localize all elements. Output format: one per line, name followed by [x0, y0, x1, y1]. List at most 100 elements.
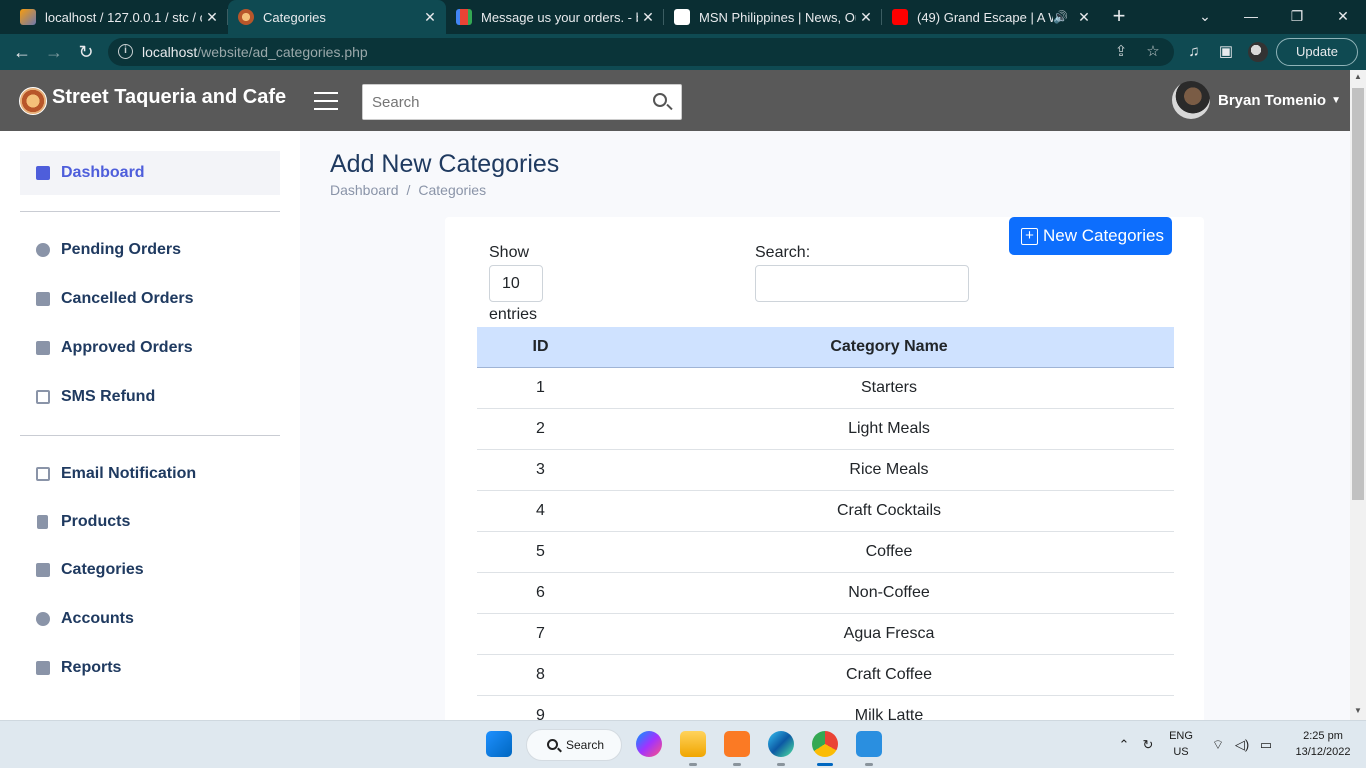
table-header-row: ID Category Name	[477, 327, 1174, 368]
taskbar-search[interactable]: Search	[526, 729, 622, 761]
close-icon[interactable]: ✕	[1074, 9, 1094, 26]
menu-toggle-icon[interactable]	[314, 92, 338, 110]
cell-category-name: Craft Cocktails	[604, 490, 1174, 532]
breadcrumb-dashboard[interactable]: Dashboard	[330, 182, 399, 198]
cell-id: 8	[477, 654, 604, 696]
search-icon[interactable]	[653, 93, 667, 107]
user-menu[interactable]: Bryan Tomenio ▼	[1172, 81, 1341, 119]
sidebar-item-reports[interactable]: Reports	[20, 646, 280, 690]
side-panel-icon[interactable]: ▣	[1216, 42, 1236, 62]
tab-msn[interactable]: MSN Philippines | News, Outl ✕	[664, 0, 882, 34]
vscode-icon[interactable]	[856, 731, 882, 757]
share-icon[interactable]: ⇪	[1112, 43, 1130, 61]
reload-icon[interactable]: ↻	[74, 40, 98, 64]
wifi-icon[interactable]: ⌔	[1210, 737, 1226, 753]
close-window-button[interactable]: ✕	[1320, 0, 1366, 34]
sidebar-item-pending-orders[interactable]: Pending Orders	[20, 228, 280, 272]
scroll-down-icon[interactable]: ▼	[1353, 706, 1363, 715]
address-bar[interactable]: i localhost/website/ad_categories.php ⇪ …	[108, 38, 1174, 66]
page-scrollbar[interactable]: ▲ ▼	[1350, 70, 1366, 720]
avatar	[1172, 81, 1210, 119]
profile-avatar-icon[interactable]	[1248, 42, 1268, 62]
messenger-icon[interactable]	[636, 731, 662, 757]
table-search-input[interactable]	[755, 265, 969, 302]
minimize-button[interactable]: —	[1228, 0, 1274, 34]
cell-id: 2	[477, 408, 604, 450]
volume-icon[interactable]: ◁)	[1234, 737, 1250, 753]
tab-gmail[interactable]: Message us your orders. - bry ✕	[446, 0, 664, 34]
tab-search-icon[interactable]: ⌄	[1182, 0, 1228, 34]
mail-icon	[36, 467, 50, 481]
site-info-icon[interactable]: i	[118, 44, 133, 59]
close-icon[interactable]: ✕	[856, 9, 876, 26]
cell-category-name: Starters	[604, 367, 1174, 409]
cell-category-name: Light Meals	[604, 408, 1174, 450]
chrome-icon[interactable]	[812, 731, 838, 757]
cell-category-name: Agua Fresca	[604, 613, 1174, 655]
top-search	[362, 84, 682, 120]
sidebar-item-approved-orders[interactable]: Approved Orders	[20, 326, 280, 370]
forward-icon[interactable]: →	[42, 40, 66, 64]
sidebar-item-categories[interactable]: Categories	[20, 548, 280, 592]
brand-logo[interactable]	[19, 87, 47, 115]
close-icon[interactable]: ✕	[202, 9, 222, 26]
tab-youtube[interactable]: (49) Grand Escape | A We 🔊 ✕	[882, 0, 1100, 34]
user-name: Bryan Tomenio	[1218, 91, 1327, 109]
media-control-icon[interactable]: ♫	[1184, 42, 1204, 62]
url-text[interactable]: localhost/website/ad_categories.php	[142, 44, 368, 60]
cell-id: 5	[477, 531, 604, 573]
youtube-icon	[892, 9, 908, 25]
scrollbar-thumb[interactable]	[1352, 88, 1364, 500]
bookmark-star-icon[interactable]: ☆	[1144, 43, 1162, 61]
check-square-icon	[36, 341, 50, 355]
language-top[interactable]: ENG	[1166, 730, 1196, 742]
new-tab-button[interactable]: +	[1108, 5, 1130, 27]
cell-category-name: Coffee	[604, 531, 1174, 573]
table-row: 4 Craft Cocktails	[477, 490, 1174, 532]
browser-toolbar: ← → ↻ i localhost/website/ad_categories.…	[0, 34, 1366, 70]
sidebar-item-accounts[interactable]: Accounts	[20, 597, 280, 641]
app-topbar: Street Taqueria and Cafe Bryan Tomenio ▼	[0, 70, 1350, 131]
tab-phpmyadmin[interactable]: localhost / 127.0.0.1 / stc / ca ✕	[10, 0, 228, 34]
sidebar-item-products[interactable]: Products	[20, 500, 280, 544]
sidebar-item-email-notification[interactable]: Email Notification	[20, 452, 280, 496]
clock-date[interactable]: 13/12/2022	[1288, 746, 1358, 758]
sync-icon[interactable]: ↻	[1140, 737, 1156, 753]
chevron-up-icon[interactable]: ⌃	[1116, 737, 1132, 753]
gmail-icon	[456, 9, 472, 25]
scroll-up-icon[interactable]: ▲	[1353, 72, 1363, 81]
column-header-id[interactable]: ID	[477, 327, 604, 368]
xampp-icon[interactable]	[724, 731, 750, 757]
tab-categories[interactable]: Categories ✕	[228, 0, 446, 34]
close-icon[interactable]: ✕	[638, 9, 658, 26]
search-input[interactable]	[363, 85, 633, 119]
table-row: 3 Rice Meals	[477, 449, 1174, 491]
categories-table: ID Category Name 1 Starters 2 Light Meals …	[477, 327, 1174, 737]
cell-category-name: Craft Coffee	[604, 654, 1174, 696]
sidebar-divider	[20, 435, 280, 436]
speaker-icon[interactable]: 🔊	[1053, 10, 1068, 24]
windows-start-icon[interactable]	[486, 731, 512, 757]
back-icon[interactable]: ←	[10, 40, 34, 64]
clock-icon	[36, 243, 50, 257]
clock-time[interactable]: 2:25 pm	[1288, 730, 1358, 742]
battery-icon[interactable]: ▭	[1258, 737, 1274, 753]
edge-icon[interactable]	[768, 731, 794, 757]
close-icon[interactable]: ✕	[420, 9, 440, 26]
cell-id: 7	[477, 613, 604, 655]
restore-button[interactable]: ❐	[1274, 0, 1320, 34]
bar-chart-icon	[36, 661, 50, 675]
brand-name[interactable]: Street Taqueria and Cafe	[52, 86, 286, 109]
new-categories-button[interactable]: + New Categories	[1009, 217, 1172, 255]
table-row: 2 Light Meals	[477, 408, 1174, 450]
sidebar-item-dashboard[interactable]: Dashboard	[20, 151, 280, 195]
table-row: 5 Coffee	[477, 531, 1174, 573]
update-button[interactable]: Update	[1276, 38, 1358, 66]
language-bottom[interactable]: US	[1166, 746, 1196, 758]
msn-icon	[674, 9, 690, 25]
sidebar-item-cancelled-orders[interactable]: Cancelled Orders	[20, 277, 280, 321]
sidebar-item-sms-refund[interactable]: SMS Refund	[20, 375, 280, 419]
entries-select[interactable]: 10	[489, 265, 543, 302]
file-explorer-icon[interactable]	[680, 731, 706, 757]
column-header-category-name[interactable]: Category Name	[604, 327, 1174, 368]
